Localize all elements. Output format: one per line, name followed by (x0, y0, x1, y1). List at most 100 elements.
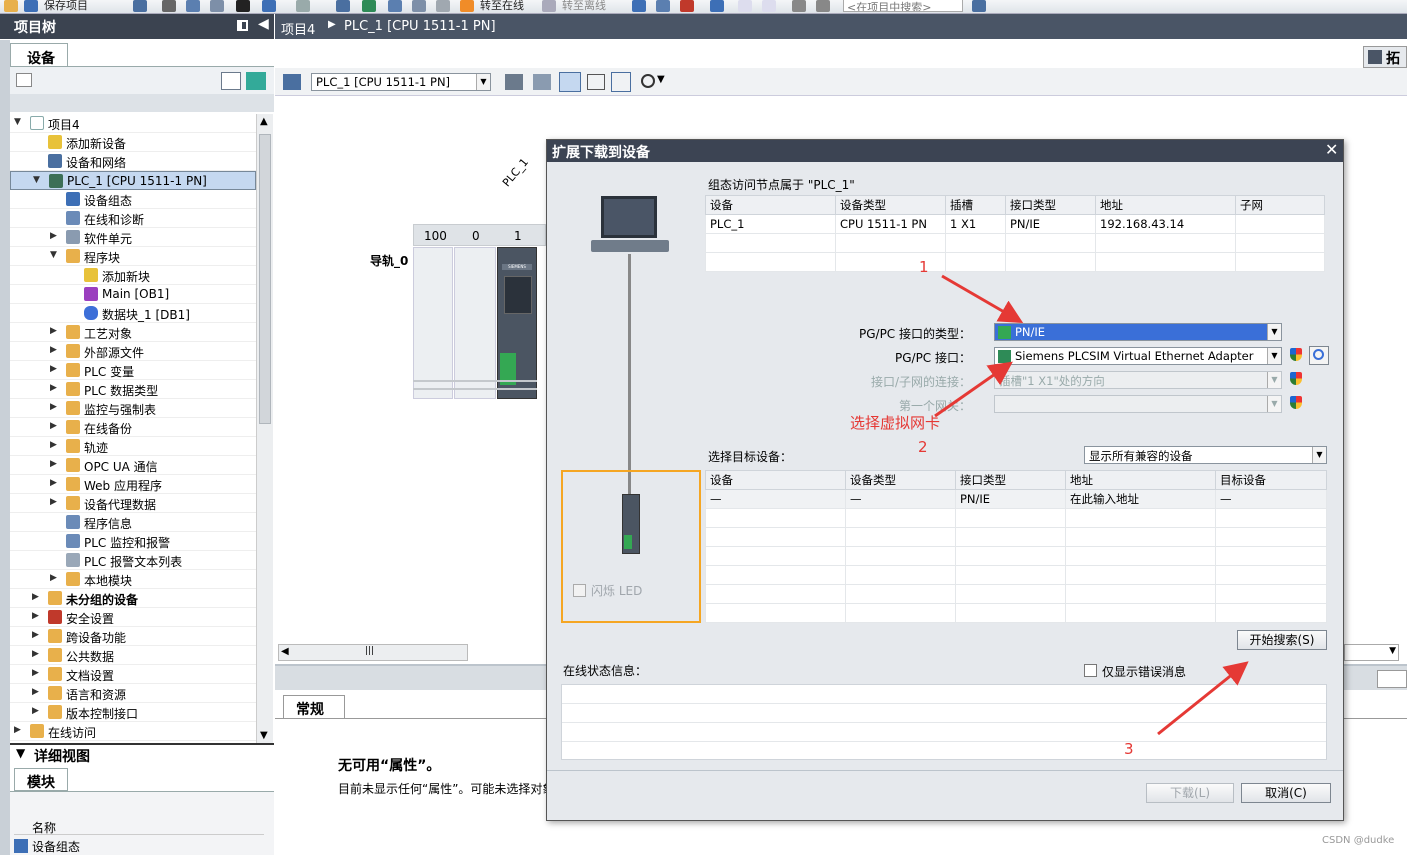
collapsed-arrow-icon[interactable]: ▶ (32, 668, 40, 678)
dropdown-arrow-icon[interactable]: ▼ (476, 74, 490, 90)
tree-item-watch-tables[interactable]: ▶ 监控与强制表 (10, 399, 256, 418)
table-row[interactable]: — — PN/IE 在此输入地址 — (705, 489, 1327, 509)
accessible-devices-icon[interactable] (632, 0, 646, 12)
col-subnet[interactable]: 子网 (1235, 195, 1325, 215)
tree-item-online-backups[interactable]: ▶ 在线备份 (10, 418, 256, 437)
pgpc-interface-select[interactable]: Siemens PLCSIM Virtual Ethernet Adapter … (994, 347, 1282, 365)
cut-icon[interactable] (162, 0, 176, 12)
table-view-icon[interactable] (221, 72, 241, 90)
split-horizontal-icon[interactable] (738, 0, 752, 12)
pin-icon[interactable] (237, 20, 248, 31)
collapsed-arrow-icon[interactable]: ▶ (50, 231, 58, 241)
simulation-icon[interactable] (412, 0, 426, 12)
tree-item-plc-tags[interactable]: ▶ PLC 变量 (10, 361, 256, 380)
tree-item-doc-settings[interactable]: ▶ 文档设置 (10, 665, 256, 684)
tab-modules[interactable]: 模块 (14, 768, 68, 791)
detail-column-name[interactable]: 名称 (14, 818, 264, 835)
stop-cpu-icon[interactable] (680, 0, 694, 12)
tree-item-software-units[interactable]: ▶ 软件单元 (10, 228, 256, 247)
tree-item-plc-alarms[interactable]: PLC 监控和报警 (10, 532, 256, 551)
collapsed-arrow-icon[interactable]: ▶ (32, 706, 40, 716)
download-icon[interactable] (362, 0, 376, 12)
tree-item-security-settings[interactable]: ▶ 安全设置 (10, 608, 256, 627)
col-interface-type[interactable]: 接口类型 (1005, 195, 1096, 215)
tree-scrollbar[interactable]: ▲ ▼ (256, 114, 273, 743)
scroll-grip-icon[interactable]: ||| (365, 646, 374, 656)
slot-0[interactable]: 0 (472, 229, 480, 243)
dropdown-arrow-icon[interactable]: ▼ (1267, 396, 1281, 412)
cross-reference-icon[interactable] (710, 0, 724, 12)
close-icon[interactable]: ✕ (1325, 140, 1338, 159)
close-editor-icon[interactable] (816, 0, 830, 12)
detail-row-device-config[interactable]: 设备组态 (14, 837, 264, 855)
tree-item-web-apps[interactable]: ▶ Web 应用程序 (10, 475, 256, 494)
tree-item-version-control[interactable]: ▶ 版本控制接口 (10, 703, 256, 722)
device-selector[interactable]: PLC_1 [CPU 1511-1 PN] ▼ (311, 73, 491, 91)
tree-item-online-diagnostics[interactable]: 在线和诊断 (10, 209, 256, 228)
tree-item-main-ob1[interactable]: Main [OB1] (10, 285, 256, 304)
project-search-input[interactable]: <在项目中搜索> (843, 0, 963, 12)
scroll-up-icon[interactable]: ▲ (260, 116, 268, 127)
dropdown-arrow-icon[interactable]: ▼ (1389, 646, 1396, 656)
interface-properties-button[interactable] (1309, 346, 1329, 365)
rack-slot-100[interactable] (413, 247, 453, 399)
collapse-panel-icon[interactable]: ◀ (258, 16, 269, 32)
collapsed-arrow-icon[interactable]: ▶ (50, 421, 58, 431)
delete-icon[interactable] (236, 0, 250, 12)
collapsed-arrow-icon[interactable]: ▶ (50, 478, 58, 488)
collapsed-arrow-icon[interactable]: ▶ (50, 459, 58, 469)
inspector-info-icon[interactable] (1377, 670, 1407, 688)
split-vertical-icon[interactable] (762, 0, 776, 12)
col-interface-type[interactable]: 接口类型 (955, 470, 1066, 490)
overview-icon[interactable] (611, 72, 631, 92)
stop-icon[interactable] (436, 0, 450, 12)
dropdown-arrow-icon[interactable]: ▼ (1312, 447, 1326, 463)
tree-item-alarm-text-lists[interactable]: PLC 报警文本列表 (10, 551, 256, 570)
maximize-icon[interactable] (792, 0, 806, 12)
collapsed-arrow-icon[interactable]: ▶ (50, 573, 58, 583)
flash-led-checkbox[interactable] (573, 584, 586, 597)
cancel-button[interactable]: 取消(C) (1241, 783, 1331, 803)
redo-icon[interactable] (296, 0, 310, 12)
show-module-labels-icon[interactable] (505, 74, 523, 90)
pgpc-type-select[interactable]: PN/IE ▼ (994, 323, 1282, 341)
tree-item-opc-ua[interactable]: ▶ OPC UA 通信 (10, 456, 256, 475)
grid-icon[interactable] (587, 74, 605, 90)
tree-item-traces[interactable]: ▶ 轨迹 (10, 437, 256, 456)
tree-item-devices-networks[interactable]: 设备和网络 (10, 152, 256, 171)
tree-item-cross-device[interactable]: ▶ 跨设备功能 (10, 627, 256, 646)
breadcrumb-device[interactable]: PLC_1 [CPU 1511-1 PN] (344, 19, 496, 34)
tree-item-program-blocks[interactable]: ▼ 程序块 (10, 247, 256, 266)
rack-slot-0[interactable] (454, 247, 496, 399)
dropdown-arrow-icon[interactable]: ▼ (1267, 324, 1281, 340)
tree-item-online-access[interactable]: ▶ 在线访问 (10, 722, 256, 741)
tree-item-external-sources[interactable]: ▶ 外部源文件 (10, 342, 256, 361)
col-device[interactable]: 设备 (705, 470, 846, 490)
scroll-left-icon[interactable]: ◀ (281, 646, 289, 657)
tree-item-add-device[interactable]: 添加新设备 (10, 133, 256, 152)
tree-item-db1[interactable]: 数据块_1 [DB1] (10, 304, 256, 323)
col-address[interactable]: 地址 (1065, 470, 1216, 490)
tree-item-plc1[interactable]: ▼ PLC_1 [CPU 1511-1 PN] (10, 171, 256, 190)
subnet-connection-select[interactable]: 插槽"1 X1"处的方向 ▼ (994, 371, 1282, 389)
tree-settings-icon[interactable] (16, 73, 32, 87)
collapsed-arrow-icon[interactable]: ▶ (32, 611, 40, 621)
go-online-icon[interactable] (460, 0, 474, 12)
save-project-button[interactable]: 保存项目 (44, 0, 88, 13)
scroll-down-icon[interactable]: ▼ (260, 730, 268, 741)
tree-item-device-proxy[interactable]: ▶ 设备代理数据 (10, 494, 256, 513)
col-target-device[interactable]: 目标设备 (1215, 470, 1327, 490)
collapsed-arrow-icon[interactable]: ▶ (32, 649, 40, 659)
collapsed-arrow-icon[interactable]: ▶ (50, 326, 58, 336)
page-view-icon[interactable] (559, 72, 581, 92)
collapsed-arrow-icon[interactable]: ▶ (50, 364, 58, 374)
zoom-dropdown-icon[interactable]: ▼ (657, 74, 665, 85)
slot-1[interactable]: 1 (514, 229, 522, 243)
tree-item-local-modules[interactable]: ▶ 本地模块 (10, 570, 256, 589)
tree-item-device-config[interactable]: 设备组态 (10, 190, 256, 209)
breadcrumb-project[interactable]: 项目4 (281, 19, 315, 38)
go-online-button[interactable]: 转至在线 (480, 0, 524, 13)
open-project-icon[interactable] (4, 0, 18, 12)
col-device-type[interactable]: 设备类型 (835, 195, 946, 215)
dropdown-arrow-icon[interactable]: ▼ (1267, 348, 1281, 364)
